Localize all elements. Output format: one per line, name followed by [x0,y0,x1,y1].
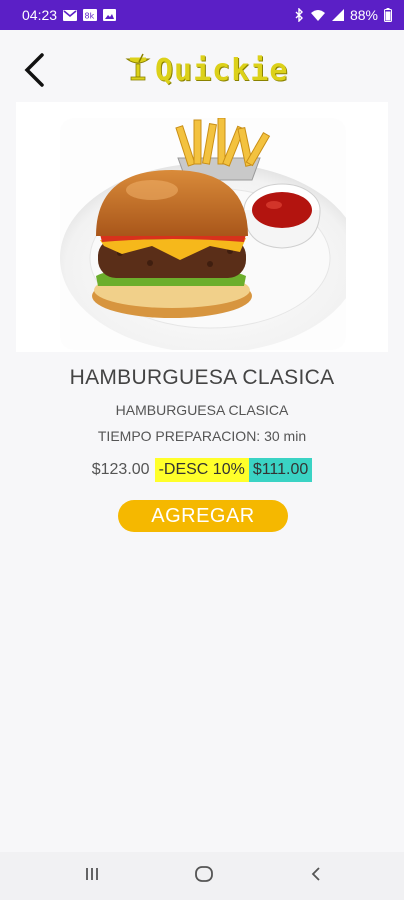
product-title: HAMBURGUESA CLASICA [69,366,335,389]
back-icon [310,866,322,887]
cocktail-glass-icon [125,53,151,88]
discount-badge: -DESC 10% [154,458,249,482]
app-name: Quickie [155,52,289,88]
home-icon [194,864,214,889]
status-left: 04:23 8k [22,7,117,23]
status-time: 04:23 [22,7,58,23]
nav-back-button[interactable] [296,862,336,890]
hamburger-fries-photo [60,118,346,350]
signal-88k-icon: 8k [83,9,98,21]
product-image [60,118,346,350]
battery-icon [384,8,392,22]
recents-button[interactable] [72,862,112,890]
battery-text: 88% [349,7,378,23]
prep-time: TIEMPO PREPARACION: 30 min [97,428,307,444]
app-logo: Quickie [125,50,288,90]
product-card [16,102,388,352]
arrow-back-icon [23,52,45,93]
recents-icon [84,866,100,887]
mail-icon [63,9,78,21]
system-nav-bar [0,852,404,900]
add-button[interactable]: AGREGAR [118,500,288,532]
svg-text:8k: 8k [85,12,95,21]
bluetooth-icon [295,8,304,22]
final-price: $111.00 [248,458,313,482]
status-bar: 04:23 8k 88% [0,0,404,30]
image-icon [103,9,117,21]
home-button[interactable] [184,862,224,890]
wifi-icon [310,9,326,22]
status-right: 88% [295,7,392,23]
app-header: Quickie [0,30,404,110]
original-price: $123.00 [91,461,150,478]
cell-signal-icon [331,9,344,21]
product-description: HAMBURGUESA CLASICA [115,402,289,418]
price-row: $123.00 -DESC 10% $111.00 [0,457,404,483]
back-button[interactable] [18,52,50,92]
